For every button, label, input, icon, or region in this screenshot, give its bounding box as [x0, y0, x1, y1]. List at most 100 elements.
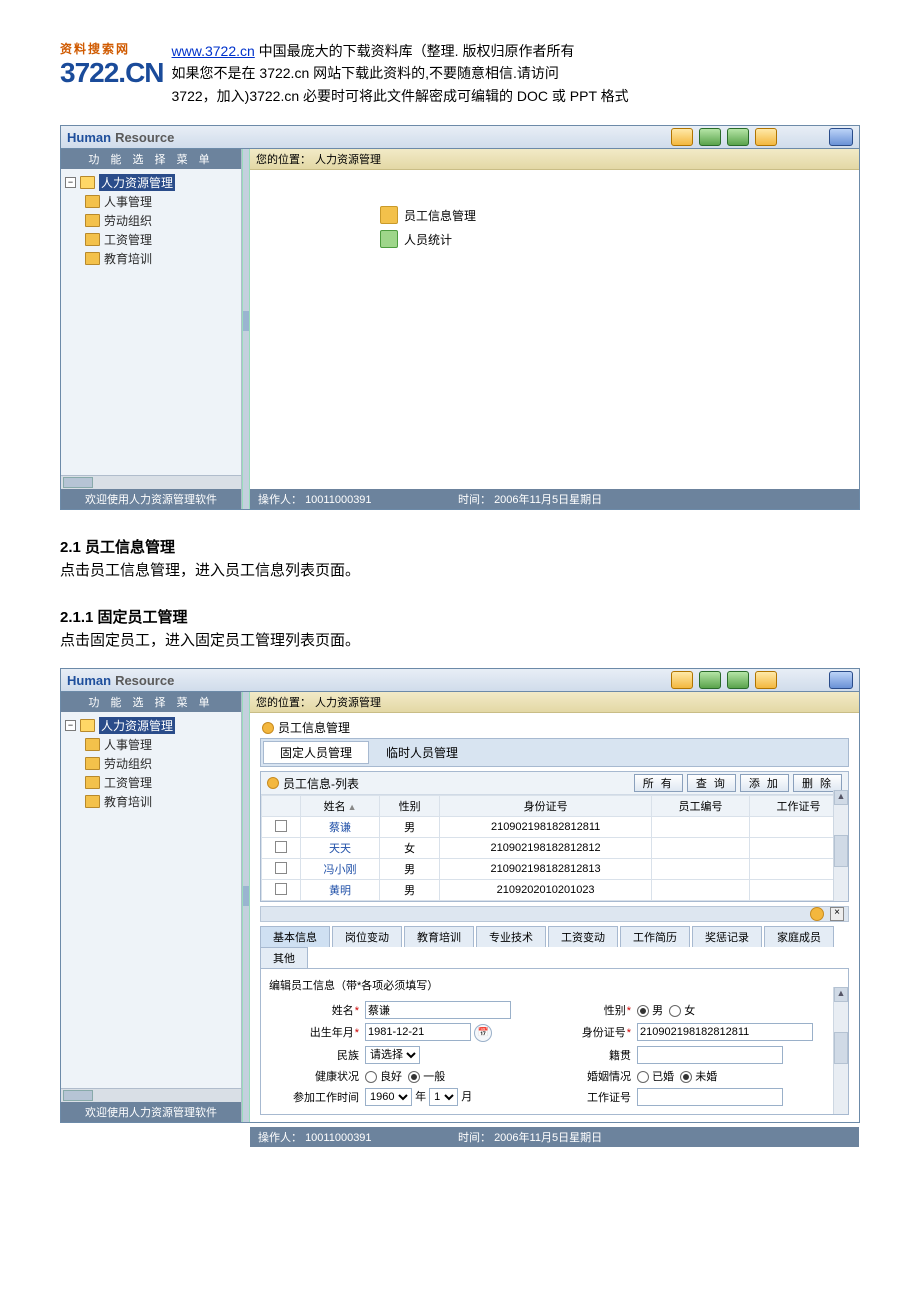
header-line2: 如果您不是在 3722.cn 网站下载此资料的,不要随意相信.请访问 — [172, 62, 629, 84]
page-header: 资料搜索网 3722.CN www.3722.cn 中国最庞大的下载资料库（整理… — [60, 40, 860, 107]
folder-icon — [85, 214, 100, 227]
input-id[interactable] — [637, 1023, 813, 1041]
input-birth[interactable] — [365, 1023, 471, 1041]
header-line3: 3722，加入)3722.cn 必要时可将此文件解密成可编辑的 DOC 或 PP… — [172, 85, 629, 107]
btn-add[interactable]: 添 加 — [740, 774, 789, 792]
row-checkbox[interactable] — [275, 820, 287, 832]
tree-item-education[interactable]: 教育培训 — [65, 249, 237, 268]
time-value: 2006年11月5日星期日 — [494, 1132, 602, 1144]
tree-item-wage[interactable]: 工资管理 — [65, 773, 237, 792]
link-person-stats[interactable]: 人员统计 — [380, 230, 849, 248]
select-work-month[interactable]: 1 — [429, 1088, 458, 1106]
time-label: 时间： — [458, 1132, 491, 1144]
tree-root[interactable]: − 人力资源管理 — [65, 716, 237, 735]
link-employee-info[interactable]: 员工信息管理 — [380, 206, 849, 224]
tree-root[interactable]: − 人力资源管理 — [65, 173, 237, 192]
titlebar: Human Resource — [61, 669, 859, 692]
tree-item-personnel[interactable]: 人事管理 — [65, 192, 237, 211]
table-row[interactable]: 蔡谦 男 210902198182812811 — [262, 817, 848, 838]
row-checkbox[interactable] — [275, 883, 287, 895]
calendar-icon[interactable]: 📅 — [474, 1024, 492, 1042]
link-label: 人员统计 — [404, 231, 452, 248]
radio-health-good[interactable] — [365, 1071, 377, 1083]
input-native[interactable] — [637, 1046, 783, 1064]
radio-female[interactable] — [669, 1005, 681, 1017]
folder-icon — [85, 252, 100, 265]
folder-icon — [85, 795, 100, 808]
subtab-other[interactable]: 其他 — [260, 947, 308, 968]
table-row[interactable]: 天天 女 210902198182812812 — [262, 838, 848, 859]
select-work-year[interactable]: 1960 — [365, 1088, 412, 1106]
label-birth: 出生年月* — [269, 1024, 359, 1040]
sidebar-title: 功 能 选 择 菜 单 — [61, 149, 241, 169]
bullet-icon — [262, 722, 274, 734]
subtab-tech[interactable]: 专业技术 — [476, 926, 546, 947]
content-area: 员工信息管理 人员统计 — [250, 170, 859, 489]
th-sex[interactable]: 性别 — [380, 796, 440, 817]
operator-value: 10011000391 — [305, 494, 371, 506]
tree-item-wage[interactable]: 工资管理 — [65, 230, 237, 249]
cell-name: 天天 — [301, 838, 380, 859]
input-workno[interactable] — [637, 1088, 783, 1106]
th-name[interactable]: 姓名▲ — [301, 796, 380, 817]
folder-icon[interactable] — [755, 671, 777, 689]
subtab-wage[interactable]: 工资变动 — [548, 926, 618, 947]
form-vscroll[interactable]: ▲ — [833, 987, 848, 1114]
subtab-reward[interactable]: 奖惩记录 — [692, 926, 762, 947]
collapse-up-icon[interactable] — [810, 907, 824, 921]
tab-fixed[interactable]: 固定人员管理 — [263, 741, 369, 764]
table-row[interactable]: 黄明 男 2109202010201023 — [262, 880, 848, 901]
input-name[interactable] — [365, 1001, 511, 1019]
refresh-icon[interactable] — [727, 128, 749, 146]
main-area: 您的位置： 人力资源管理 员工信息管理 固定人员管理 临时人员管理 员工信息 — [250, 692, 859, 1122]
subtab-basic[interactable]: 基本信息 — [260, 926, 330, 947]
th-id[interactable]: 身份证号 — [440, 796, 652, 817]
close-icon[interactable]: × — [830, 907, 844, 921]
btn-query[interactable]: 查 询 — [687, 774, 736, 792]
table-row[interactable]: 冯小刚 男 210902198182812813 — [262, 859, 848, 880]
row-checkbox[interactable] — [275, 862, 287, 874]
back-icon[interactable] — [699, 128, 721, 146]
back-icon[interactable] — [699, 671, 721, 689]
radio-unmarried[interactable] — [680, 1071, 692, 1083]
panel-divider[interactable]: × — [260, 906, 849, 922]
header-text: www.3722.cn 中国最庞大的下载资料库（整理. 版权归原作者所有 如果您… — [172, 40, 629, 107]
tree-item-labor[interactable]: 劳动组织 — [65, 211, 237, 230]
tree-item-labor[interactable]: 劳动组织 — [65, 754, 237, 773]
subtab-edu[interactable]: 教育培训 — [404, 926, 474, 947]
subtab-resume[interactable]: 工作简历 — [620, 926, 690, 947]
help-icon[interactable] — [829, 128, 853, 146]
row-checkbox[interactable] — [275, 841, 287, 853]
cell-id: 2109202010201023 — [440, 880, 652, 901]
scroll-up-icon: ▲ — [834, 790, 848, 805]
tab-temp[interactable]: 临时人员管理 — [369, 741, 475, 764]
sidebar-hscroll[interactable] — [61, 1088, 241, 1102]
radio-male[interactable] — [637, 1005, 649, 1017]
btn-all[interactable]: 所 有 — [634, 774, 683, 792]
refresh-icon[interactable] — [727, 671, 749, 689]
collapse-icon[interactable]: − — [65, 177, 76, 188]
brand-human: Human — [67, 673, 111, 688]
radio-health-normal[interactable] — [408, 1071, 420, 1083]
splitter[interactable] — [242, 149, 250, 509]
select-nation[interactable]: 请选择 — [365, 1046, 420, 1064]
site-link[interactable]: www.3722.cn — [172, 43, 255, 59]
folder-icon[interactable] — [755, 128, 777, 146]
sidebar-hscroll[interactable] — [61, 475, 241, 489]
subtab-family[interactable]: 家庭成员 — [764, 926, 834, 947]
tree-item-education[interactable]: 教育培训 — [65, 792, 237, 811]
stats-icon — [380, 230, 398, 248]
collapse-icon[interactable]: − — [65, 720, 76, 731]
folder-icon — [85, 195, 100, 208]
help-icon[interactable] — [829, 671, 853, 689]
radio-married[interactable] — [637, 1071, 649, 1083]
th-emp[interactable]: 员工编号 — [651, 796, 749, 817]
tree-item-personnel[interactable]: 人事管理 — [65, 735, 237, 754]
splitter[interactable] — [242, 692, 250, 1122]
list-vscroll[interactable]: ▲ — [833, 790, 848, 901]
sidebar-title: 功 能 选 择 菜 单 — [61, 692, 241, 712]
sidebar: 功 能 选 择 菜 单 − 人力资源管理 人事管理 劳动组织 工资管理 — [61, 149, 242, 509]
home-icon[interactable] — [671, 671, 693, 689]
subtab-post[interactable]: 岗位变动 — [332, 926, 402, 947]
home-icon[interactable] — [671, 128, 693, 146]
